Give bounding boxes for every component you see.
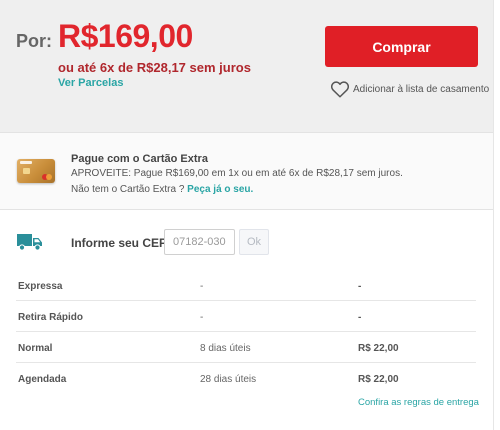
installments-text: ou até 6x de R$28,17 sem juros	[58, 60, 251, 75]
shipping-price: R$ 22,00	[358, 374, 399, 385]
truck-icon	[17, 234, 42, 251]
card-offer-title: Pague com o Cartão Extra	[71, 153, 208, 165]
card-offer-cta: Não tem o Cartão Extra ? Peça já o seu.	[71, 184, 253, 195]
see-installments-link[interactable]: Ver Parcelas	[58, 77, 123, 89]
table-row: Agendada 28 dias úteis R$ 22,00	[16, 363, 476, 394]
delivery-rules-link[interactable]: Confira as regras de entrega	[358, 397, 479, 408]
table-row: Retira Rápido - -	[16, 301, 476, 332]
credit-card-icon	[17, 159, 55, 183]
shipping-name: Expressa	[18, 281, 63, 292]
shipping-options-table: Expressa - - Retira Rápido - - Normal 8 …	[16, 270, 476, 394]
price-prefix: Por:	[16, 31, 52, 51]
cep-input[interactable]	[164, 229, 235, 255]
shipping-time: 28 dias úteis	[200, 374, 257, 385]
cep-row: Informe seu CEP: Ok	[0, 228, 493, 258]
wishlist-label: Adicionar à lista de casamento	[353, 83, 490, 95]
table-row: Expressa - -	[16, 270, 476, 301]
shipping-price: -	[358, 281, 362, 292]
shipping-time: -	[200, 312, 204, 323]
card-offer-description: APROVEITE: Pague R$169,00 em 1x ou em at…	[71, 168, 403, 179]
shipping-price: R$ 22,00	[358, 343, 399, 354]
shipping-time: -	[200, 281, 204, 292]
price-value: R$169,00	[58, 18, 193, 54]
card-offer-cta-text: Não tem o Cartão Extra ?	[71, 184, 185, 195]
shipping-name: Agendada	[18, 374, 67, 385]
card-offer-section: Pague com o Cartão Extra APROVEITE: Pagu…	[0, 132, 493, 210]
right-divider	[493, 0, 494, 430]
table-row: Normal 8 dias úteis R$ 22,00	[16, 332, 476, 363]
price-row: Por: R$169,00	[16, 18, 193, 55]
shipping-price: -	[358, 312, 362, 323]
add-to-wedding-list-button[interactable]: Adicionar à lista de casamento	[330, 80, 489, 98]
cep-ok-button[interactable]: Ok	[239, 229, 269, 255]
price-section: Por: R$169,00 ou até 6x de R$28,17 sem j…	[0, 0, 493, 132]
shipping-name: Normal	[18, 343, 53, 354]
request-card-link[interactable]: Peça já o seu.	[187, 184, 253, 195]
heart-outline-icon	[330, 81, 350, 98]
shipping-time: 8 dias úteis	[200, 343, 251, 354]
shipping-name: Retira Rápido	[18, 312, 84, 323]
buy-button[interactable]: Comprar	[325, 26, 478, 67]
cep-label: Informe seu CEP:	[71, 236, 172, 250]
